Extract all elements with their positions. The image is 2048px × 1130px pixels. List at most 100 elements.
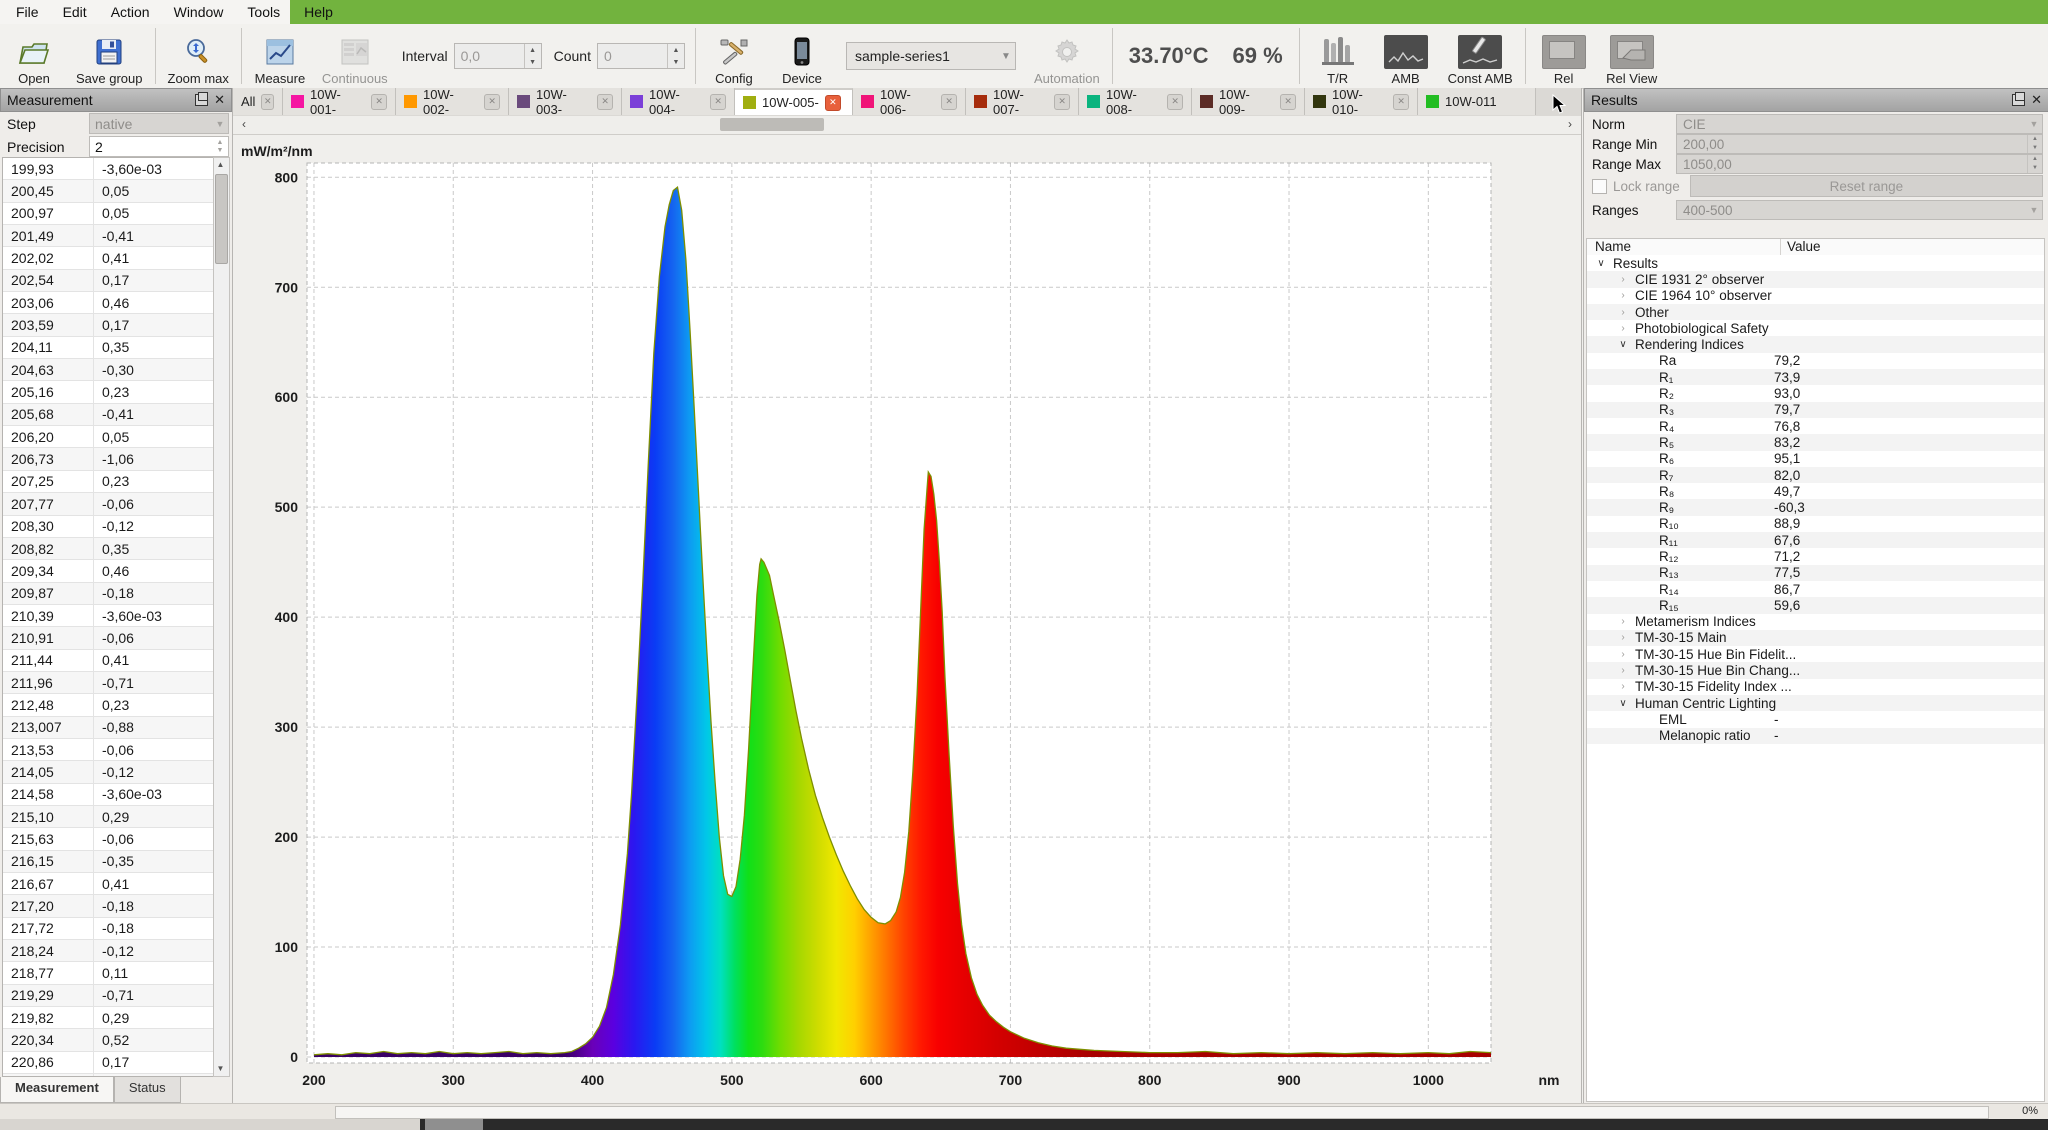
table-row[interactable]: 215,100,29 (3, 806, 216, 828)
tab-10w-002-[interactable]: 10W-002-✕ (396, 88, 509, 115)
table-row[interactable]: 204,110,35 (3, 337, 216, 359)
tab-10w-004-[interactable]: 10W-004-✕ (622, 88, 735, 115)
tr-button[interactable]: T/R (1304, 24, 1372, 88)
scroll-up-icon[interactable]: ▲ (214, 158, 227, 172)
tree-row[interactable]: R₁₂71,2 (1587, 548, 2044, 564)
range-max-spinbox[interactable]: 1050,00 ▲▼ (1676, 154, 2043, 174)
interval-spinbox[interactable]: 0,0 ▲▼ (454, 43, 542, 69)
expander-closed-icon[interactable]: › (1617, 665, 1629, 676)
table-row[interactable]: 208,820,35 (3, 538, 216, 560)
tree-row[interactable]: R₄76,8 (1587, 418, 2044, 434)
rel-button[interactable]: Rel (1530, 24, 1598, 88)
table-row[interactable]: 209,340,46 (3, 560, 216, 582)
count-spinbox[interactable]: 0 ▲▼ (597, 43, 685, 69)
tab-status[interactable]: Status (114, 1077, 181, 1103)
tree-row[interactable]: ∨Results (1587, 255, 2044, 271)
tab-close-icon[interactable]: ✕ (484, 94, 500, 110)
expander-open-icon[interactable]: ∨ (1595, 258, 1607, 269)
tree-row[interactable]: ∨Human Centric Lighting (1587, 695, 2044, 711)
tab-close-icon[interactable]: ✕ (825, 95, 841, 111)
float-panel-icon[interactable] (195, 94, 208, 106)
tree-row[interactable]: ∨Rendering Indices (1587, 336, 2044, 352)
table-row[interactable]: 213,53-0,06 (3, 739, 216, 761)
expander-closed-icon[interactable]: › (1617, 632, 1629, 643)
tab-close-icon[interactable]: ✕ (597, 94, 613, 110)
table-row[interactable]: 218,24-0,12 (3, 940, 216, 962)
range-min-spin-arrows[interactable]: ▲▼ (2027, 135, 2042, 153)
expander-closed-icon[interactable]: › (1617, 290, 1629, 301)
menu-window[interactable]: Window (162, 2, 236, 22)
scroll-down-icon[interactable]: ▼ (214, 1062, 227, 1076)
tab-10w-011[interactable]: 10W-011 (1418, 88, 1536, 115)
table-row[interactable]: 216,670,41 (3, 873, 216, 895)
tree-row[interactable]: R₁₁67,6 (1587, 532, 2044, 548)
tree-row[interactable]: R₁₃77,5 (1587, 565, 2044, 581)
tree-row[interactable]: R₁₄86,7 (1587, 581, 2044, 597)
table-row[interactable]: 202,020,41 (3, 247, 216, 269)
tree-row[interactable]: R₂93,0 (1587, 385, 2044, 401)
expander-closed-icon[interactable]: › (1617, 307, 1629, 318)
tab-10w-001-[interactable]: 10W-001-✕ (283, 88, 396, 115)
expander-closed-icon[interactable]: › (1617, 323, 1629, 334)
tree-row[interactable]: ›TM-30-15 Hue Bin Chang... (1587, 662, 2044, 678)
table-row[interactable]: 214,05-0,12 (3, 761, 216, 783)
table-row[interactable]: 220,860,17 (3, 1052, 216, 1074)
precision-spin-arrows[interactable]: ▲▼ (212, 139, 228, 155)
menu-tools[interactable]: Tools (235, 2, 292, 22)
tree-row[interactable]: R₇82,0 (1587, 467, 2044, 483)
table-row[interactable]: 220,340,52 (3, 1029, 216, 1051)
tab-close-icon[interactable]: ✕ (261, 94, 274, 110)
table-row[interactable]: 205,68-0,41 (3, 404, 216, 426)
table-row[interactable]: 202,540,17 (3, 270, 216, 292)
table-row[interactable]: 210,91-0,06 (3, 627, 216, 649)
results-tree[interactable]: ∨Results›CIE 1931 2° observer›CIE 1964 1… (1586, 255, 2045, 1102)
tab-10w-010-[interactable]: 10W-010-✕ (1305, 88, 1418, 115)
tab-10w-005-[interactable]: 10W-005-✕ (735, 88, 853, 115)
chart-scrollbar-thumb[interactable] (720, 118, 824, 131)
table-row[interactable]: 200,450,05 (3, 180, 216, 202)
tab-10w-009-[interactable]: 10W-009-✕ (1192, 88, 1305, 115)
tree-row[interactable]: Melanopic ratio- (1587, 728, 2044, 744)
tree-row[interactable]: R₅83,2 (1587, 434, 2044, 450)
table-row[interactable]: 209,87-0,18 (3, 583, 216, 605)
tab-10w-008-[interactable]: 10W-008-✕ (1079, 88, 1192, 115)
tree-row[interactable]: R₆95,1 (1587, 451, 2044, 467)
tab-10w-006-[interactable]: 10W-006-✕ (853, 88, 966, 115)
table-row[interactable]: 212,480,23 (3, 694, 216, 716)
menu-file[interactable]: File (4, 2, 51, 22)
interval-spin-arrows[interactable]: ▲▼ (524, 44, 541, 68)
expander-closed-icon[interactable]: › (1617, 274, 1629, 285)
reset-range-button[interactable]: Reset range (1690, 175, 2043, 197)
table-row[interactable]: 200,970,05 (3, 203, 216, 225)
device-button[interactable]: Device (768, 24, 836, 88)
menu-edit[interactable]: Edit (51, 2, 99, 22)
tree-row[interactable]: R₃79,7 (1587, 402, 2044, 418)
tab-close-icon[interactable]: ✕ (710, 94, 726, 110)
table-row[interactable]: 199,93-3,60e-03 (3, 158, 216, 180)
expander-open-icon[interactable]: ∨ (1617, 698, 1629, 709)
table-row[interactable]: 216,15-0,35 (3, 851, 216, 873)
scroll-left-icon[interactable]: ‹ (235, 116, 253, 133)
range-min-spinbox[interactable]: 200,00 ▲▼ (1676, 134, 2043, 154)
table-row[interactable]: 203,590,17 (3, 314, 216, 336)
tree-row[interactable]: ›TM-30-15 Fidelity Index ... (1587, 679, 2044, 695)
table-row[interactable]: 213,007-0,88 (3, 717, 216, 739)
zoom-max-button[interactable]: Zoom max (160, 24, 237, 88)
range-max-spin-arrows[interactable]: ▲▼ (2027, 155, 2042, 173)
continuous-button[interactable]: Continuous (314, 24, 396, 88)
ranges-dropdown[interactable]: 400-500 ▼ (1676, 200, 2043, 220)
close-panel-icon[interactable]: ✕ (2031, 95, 2042, 105)
tab-all[interactable]: All✕ (233, 88, 283, 115)
tree-row[interactable]: R₉-60,3 (1587, 499, 2044, 515)
table-row[interactable]: 206,73-1,06 (3, 448, 216, 470)
table-row[interactable]: 203,060,46 (3, 292, 216, 314)
measurement-table[interactable]: 199,93-3,60e-03200,450,05200,970,05201,4… (2, 157, 217, 1077)
precision-spinbox[interactable]: 2 ▲▼ (89, 136, 229, 157)
const-amb-button[interactable]: Const AMB (1440, 24, 1521, 88)
chart-scrollbar[interactable]: ‹ › (233, 116, 1581, 135)
tree-row[interactable]: Ra79,2 (1587, 353, 2044, 369)
rel-view-button[interactable]: Rel View (1598, 24, 1666, 88)
table-row[interactable]: 207,77-0,06 (3, 493, 216, 515)
save-group-button[interactable]: Save group (68, 24, 151, 88)
norm-dropdown[interactable]: CIE ▼ (1676, 114, 2043, 134)
